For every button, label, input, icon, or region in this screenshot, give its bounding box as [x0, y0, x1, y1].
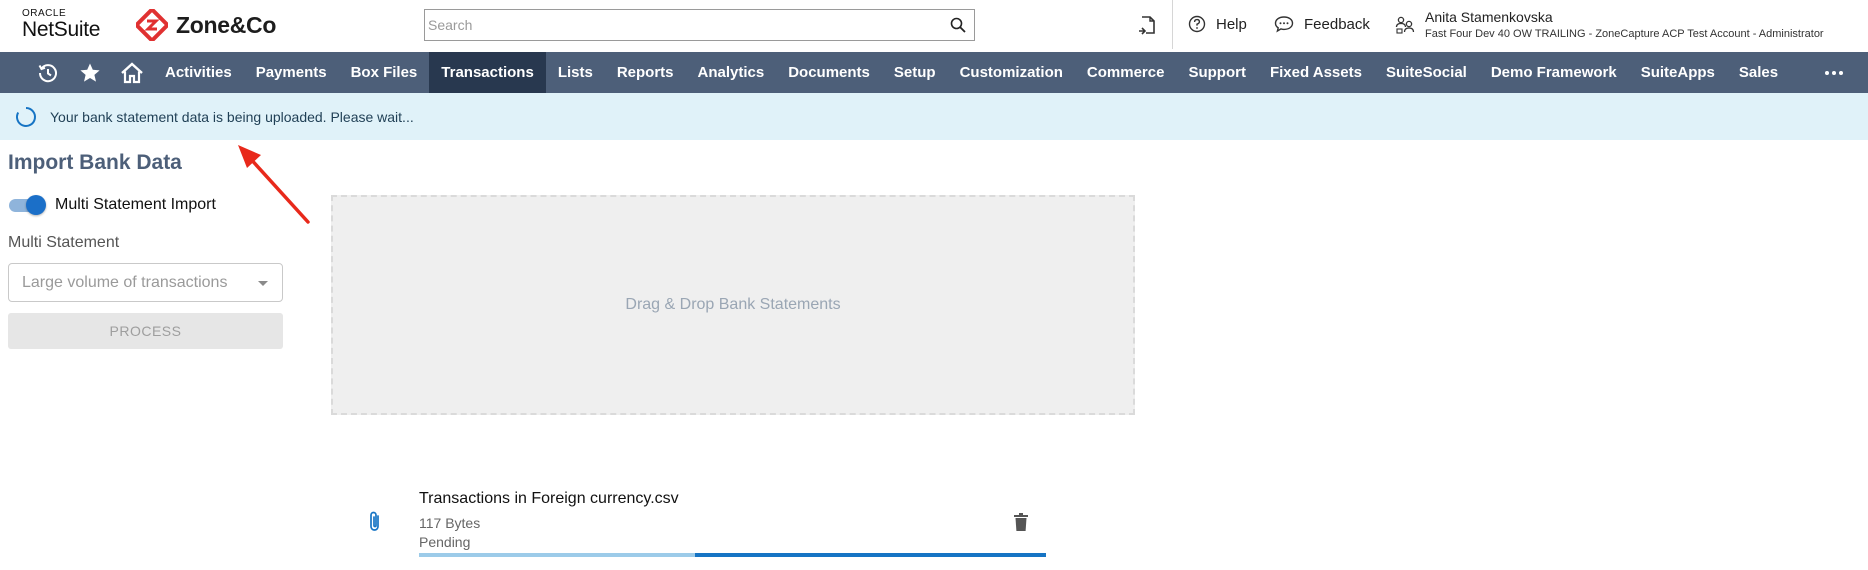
user-name: Anita Stamenkovska — [1425, 9, 1553, 25]
zoneandco-wordmark: Zone&Co — [176, 11, 277, 38]
upload-status-banner: Your bank statement data is being upload… — [0, 93, 1868, 140]
multi-statement-field-label: Multi Statement — [8, 234, 120, 251]
nav-item-reports[interactable]: Reports — [605, 52, 686, 93]
recent-document-icon[interactable] — [1137, 14, 1159, 36]
delete-file-icon[interactable] — [1013, 512, 1029, 532]
zoneandco-mark-icon — [136, 9, 168, 41]
nav-item-commerce[interactable]: Commerce — [1075, 52, 1177, 93]
main-navigation: Activities Payments Box Files Transactio… — [0, 52, 1868, 93]
star-icon — [80, 63, 100, 82]
feedback-link[interactable]: Feedback — [1274, 15, 1370, 33]
multi-statement-select-value: Large volume of transactions — [22, 274, 228, 291]
nav-item-activities[interactable]: Activities — [153, 52, 244, 93]
netsuite-wordmark: NetSuite — [22, 18, 101, 41]
user-info: Anita Stamenkovska Fast Four Dev 40 OW T… — [1425, 9, 1824, 42]
paperclip-icon — [370, 511, 379, 531]
recent-records-button[interactable] — [27, 52, 69, 93]
process-button[interactable]: PROCESS — [8, 313, 283, 349]
nav-item-documents[interactable]: Documents — [776, 52, 882, 93]
dropzone-label: Drag & Drop Bank Statements — [625, 296, 841, 313]
search-icon[interactable] — [950, 17, 966, 33]
nav-item-box-files[interactable]: Box Files — [339, 52, 430, 93]
nav-item-transactions[interactable]: Transactions — [429, 52, 546, 93]
nav-item-suitesocial[interactable]: SuiteSocial — [1374, 52, 1479, 93]
nav-item-analytics[interactable]: Analytics — [686, 52, 777, 93]
feedback-label: Feedback — [1304, 15, 1370, 33]
user-roles-icon — [1395, 16, 1415, 34]
bank-statement-dropzone[interactable]: Drag & Drop Bank Statements — [331, 195, 1135, 415]
nav-item-support[interactable]: Support — [1176, 52, 1258, 93]
loading-spinner-icon — [16, 106, 36, 127]
uploaded-file-size: 117 Bytes — [419, 515, 481, 531]
user-menu[interactable]: Anita Stamenkovska Fast Four Dev 40 OW T… — [1395, 9, 1824, 42]
user-account: Fast Four Dev 40 OW TRAILING - ZoneCaptu… — [1425, 28, 1824, 40]
search-input[interactable] — [425, 10, 925, 40]
annotation-arrow-icon — [238, 145, 310, 224]
toggle-knob — [26, 195, 46, 215]
header-divider — [1172, 0, 1173, 49]
home-icon — [121, 61, 143, 83]
multi-statement-toggle-row: Multi Statement Import — [8, 194, 216, 216]
nav-item-setup[interactable]: Setup — [882, 52, 948, 93]
upload-progress-bar — [419, 553, 1046, 557]
nav-item-customization[interactable]: Customization — [948, 52, 1075, 93]
nav-item-payments[interactable]: Payments — [244, 52, 339, 93]
ellipsis-icon — [1825, 70, 1843, 75]
home-button[interactable] — [111, 52, 153, 93]
top-header: ORACLE NetSuite Zone&Co Help — [0, 0, 1868, 52]
nav-item-fixed-assets[interactable]: Fixed Assets — [1258, 52, 1374, 93]
zoneandco-logo[interactable]: Zone&Co — [136, 8, 276, 42]
help-label: Help — [1216, 15, 1247, 33]
upload-progress-fill — [694, 553, 1046, 557]
nav-item-demo-framework[interactable]: Demo Framework — [1479, 52, 1629, 93]
uploaded-file-status: Pending — [419, 534, 471, 550]
nav-item-lists[interactable]: Lists — [546, 52, 605, 93]
help-link[interactable]: Help — [1188, 15, 1247, 33]
nav-more-button[interactable] — [1824, 52, 1844, 93]
help-icon — [1188, 15, 1206, 33]
global-search[interactable] — [424, 9, 975, 41]
netsuite-logo[interactable]: ORACLE NetSuite — [22, 9, 106, 43]
page-title: Import Bank Data — [8, 151, 182, 174]
multi-statement-toggle-label: Multi Statement Import — [55, 196, 216, 213]
favorites-button[interactable] — [69, 52, 111, 93]
nav-item-sales[interactable]: Sales — [1727, 52, 1790, 93]
recent-records-icon — [38, 63, 57, 82]
upload-status-message: Your bank statement data is being upload… — [50, 108, 414, 125]
multi-statement-toggle[interactable] — [8, 194, 46, 216]
uploaded-file-name: Transactions in Foreign currency.csv — [419, 490, 679, 507]
chevron-down-icon — [258, 281, 268, 286]
multi-statement-select[interactable]: Large volume of transactions — [8, 263, 283, 302]
nav-item-suiteapps[interactable]: SuiteApps — [1629, 52, 1727, 93]
feedback-icon — [1274, 16, 1294, 33]
